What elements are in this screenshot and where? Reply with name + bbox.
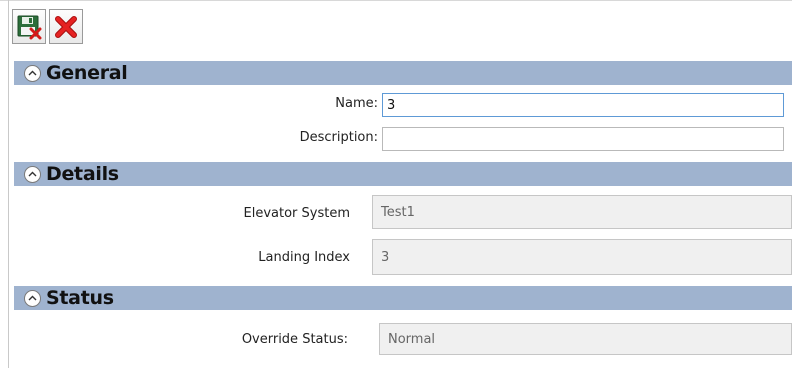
red-x-icon bbox=[55, 15, 77, 38]
section-title-status: Status bbox=[46, 287, 114, 309]
save-close-icon bbox=[17, 15, 42, 39]
chevron-up-icon bbox=[28, 171, 37, 177]
elevator-system-label: Elevator System bbox=[243, 206, 351, 221]
collapse-details-button[interactable] bbox=[24, 165, 41, 183]
section-header-status: Status bbox=[14, 286, 792, 310]
cancel-button[interactable] bbox=[49, 9, 83, 44]
chevron-up-icon bbox=[28, 70, 37, 76]
chevron-up-icon bbox=[28, 295, 37, 301]
collapse-general-button[interactable] bbox=[24, 64, 41, 82]
description-label: Description: bbox=[299, 130, 378, 145]
section-header-general: General bbox=[14, 61, 792, 85]
section-title-general: General bbox=[46, 62, 128, 84]
landing-index-field: 3 bbox=[372, 239, 792, 275]
description-input[interactable] bbox=[382, 127, 784, 151]
left-border bbox=[8, 0, 9, 368]
save-button[interactable] bbox=[12, 9, 46, 44]
elevator-system-field: Test1 bbox=[372, 195, 792, 229]
section-header-details: Details bbox=[14, 162, 792, 186]
collapse-status-button[interactable] bbox=[24, 289, 41, 307]
landing-index-label: Landing Index bbox=[258, 250, 350, 265]
name-input[interactable] bbox=[382, 93, 784, 117]
override-status-label: Override Status: bbox=[241, 332, 348, 347]
toolbar bbox=[12, 9, 83, 45]
section-title-details: Details bbox=[46, 163, 119, 185]
top-border bbox=[0, 0, 792, 5]
override-status-field: Normal bbox=[379, 323, 792, 355]
name-label: Name: bbox=[335, 96, 378, 111]
